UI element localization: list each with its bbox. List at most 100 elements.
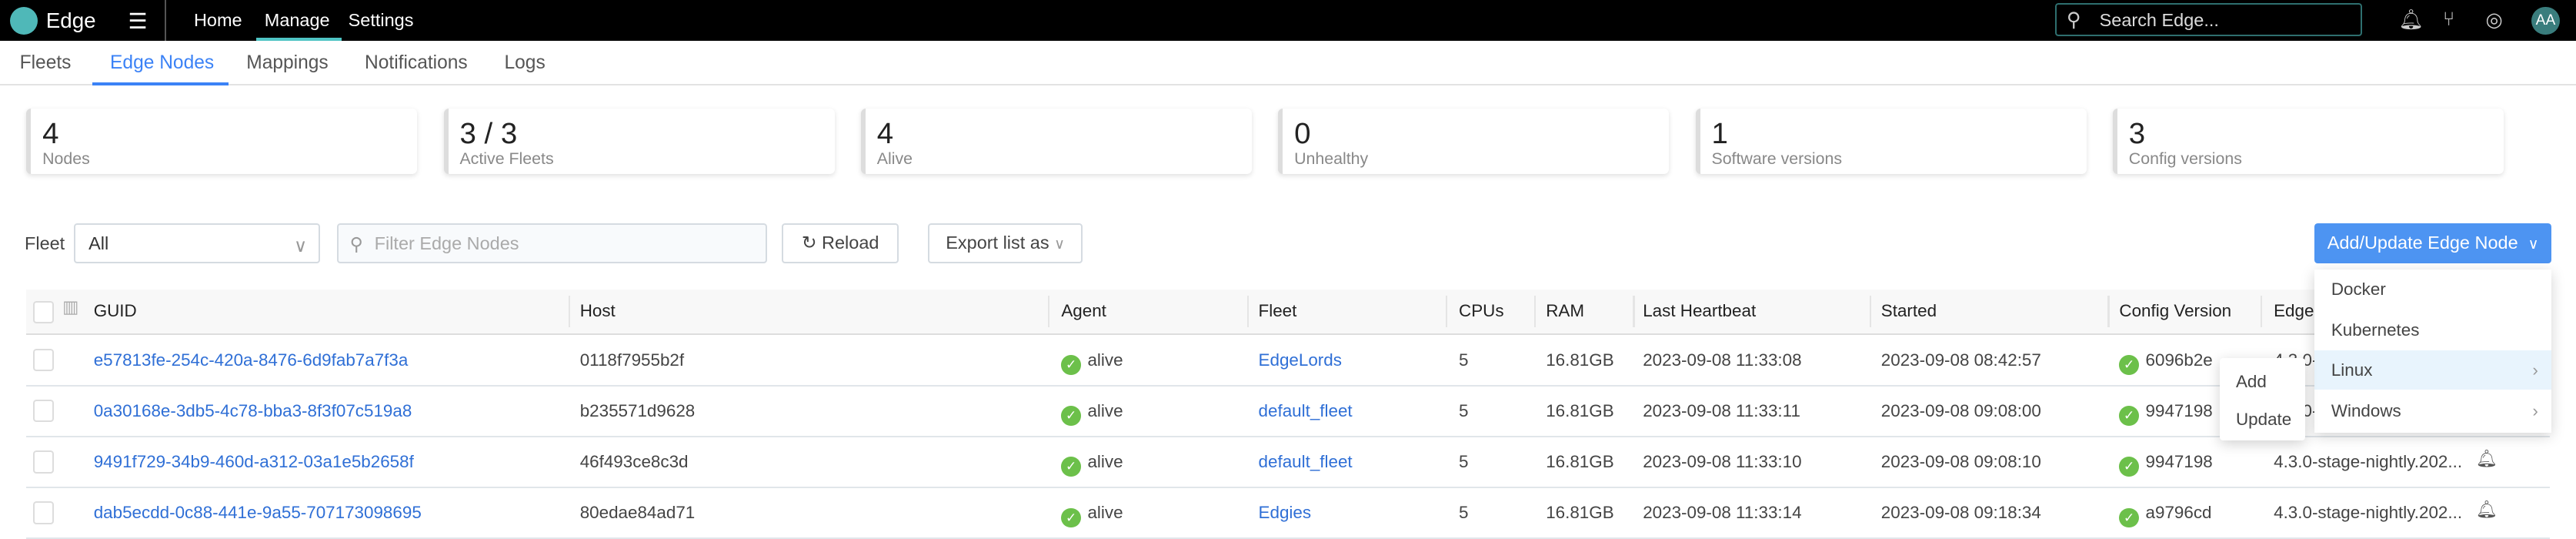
stat-alive: 4 Alive — [860, 108, 1253, 175]
cell-cpus: 5 — [1459, 400, 1469, 420]
cell-fleet[interactable]: default_fleet — [1259, 452, 1353, 472]
bell-icon[interactable]: 🔔︎ — [2398, 8, 2424, 32]
cell-host: 0118f7955b2f — [579, 350, 685, 370]
col-edge[interactable]: Edge — [2274, 301, 2314, 321]
stat-active-fleets: 3 / 3 Active Fleets — [443, 108, 835, 175]
cell-cpus: 5 — [1459, 503, 1469, 523]
col-started[interactable]: Started — [1881, 301, 1937, 321]
cell-started: 2023-09-08 09:18:34 — [1880, 503, 2041, 523]
bell-icon[interactable]: 🔔︎ — [2476, 449, 2498, 469]
cell-fleet[interactable]: Edgies — [1259, 503, 1312, 523]
cell-guid[interactable]: e57813fe-254c-420a-8476-6d9fab7a7f3a — [94, 350, 409, 370]
table-row: dab5ecdd-0c88-441e-9a55-707173098695 80ed… — [26, 487, 2550, 539]
col-agent[interactable]: Agent — [1061, 301, 1106, 321]
table-row: 0a30168e-3db5-4c78-bba3-8f3f07c519a8 b235… — [26, 385, 2550, 437]
search-icon: ⚲ — [2066, 8, 2081, 31]
fleet-select[interactable]: All ∨ — [74, 223, 321, 263]
avatar[interactable]: AA — [2531, 6, 2560, 35]
add-update-edge-node-button[interactable]: Add/Update Edge Node ∨ — [2314, 223, 2551, 263]
add-update-dropdown-menu: Docker Kubernetes Linux › Windows › — [2314, 270, 2551, 433]
cell-started: 2023-09-08 08:42:57 — [1880, 350, 2041, 370]
col-cpus[interactable]: CPUs — [1459, 301, 1504, 321]
menu-icon[interactable]: ☰ — [128, 8, 148, 34]
row-checkbox[interactable] — [32, 399, 55, 423]
col-guid[interactable]: GUID — [94, 301, 137, 321]
nav-settings[interactable]: Settings — [349, 10, 414, 31]
menu-item-kubernetes[interactable]: Kubernetes — [2314, 311, 2551, 350]
tab-fleets[interactable]: Fleets — [20, 52, 72, 74]
top-bar: Edge ☰ Home Manage Settings ⚲ Search Edg… — [0, 0, 2576, 42]
tab-mappings[interactable]: Mappings — [246, 52, 328, 74]
filter-input[interactable]: ⚲ Filter Edge Nodes — [336, 223, 768, 263]
check-circle-icon: ✓ — [1061, 457, 1081, 477]
tab-notifications[interactable]: Notifications — [365, 52, 468, 74]
cell-fleet[interactable]: default_fleet — [1259, 401, 1353, 421]
tab-logs[interactable]: Logs — [505, 52, 546, 74]
cell-host: b235571d9628 — [579, 400, 696, 420]
cell-agent: ✓ alive — [1061, 452, 1123, 477]
cell-host: 80edae84ad71 — [579, 503, 696, 523]
chevron-down-icon: ∨ — [2528, 236, 2539, 253]
check-circle-icon: ✓ — [2119, 457, 2139, 477]
col-fleet[interactable]: Fleet — [1259, 301, 1297, 321]
cell-ram: 16.81GB — [1546, 452, 1614, 472]
check-circle-icon: ✓ — [1061, 406, 1081, 426]
check-circle-icon: ✓ — [1061, 507, 1081, 528]
nav-manage[interactable]: Manage — [265, 10, 330, 31]
chevron-down-icon: ∨ — [294, 236, 308, 256]
cell-agent: ✓ alive — [1061, 401, 1123, 426]
cell-config: ✓ 9947198 — [2119, 452, 2213, 477]
nav-home[interactable]: Home — [194, 10, 242, 31]
reload-button[interactable]: ↻ Reload — [782, 223, 899, 263]
tab-edge-nodes[interactable]: Edge Nodes — [110, 52, 214, 74]
stat-unhealthy: 0 Unhealthy — [1278, 108, 1670, 175]
select-all-checkbox[interactable] — [32, 300, 55, 324]
col-config-version[interactable]: Config Version — [2119, 301, 2231, 321]
columns-icon[interactable]: ▥ — [62, 297, 78, 317]
col-host[interactable]: Host — [580, 301, 616, 321]
linux-submenu: Add Update — [2219, 358, 2305, 441]
col-last-heartbeat[interactable]: Last Heartbeat — [1643, 301, 1756, 321]
submenu-item-update[interactable]: Update — [2220, 400, 2305, 439]
divider — [164, 0, 166, 42]
check-circle-icon: ✓ — [1061, 355, 1081, 375]
cell-guid[interactable]: 0a30168e-3db5-4c78-bba3-8f3f07c519a8 — [94, 401, 412, 421]
row-checkbox[interactable] — [32, 501, 55, 524]
menu-item-linux[interactable]: Linux › — [2314, 350, 2551, 390]
cell-agent: ✓ alive — [1061, 503, 1123, 528]
fleet-label: Fleet — [25, 233, 65, 254]
export-button[interactable]: Export list as ∨ — [928, 223, 1083, 263]
check-circle-icon: ✓ — [2119, 406, 2139, 426]
check-circle-icon: ✓ — [2119, 355, 2139, 375]
submenu-item-add[interactable]: Add — [2220, 362, 2305, 401]
cell-cpus: 5 — [1459, 452, 1469, 472]
col-ram[interactable]: RAM — [1546, 301, 1584, 321]
tab-divider — [0, 83, 2576, 86]
help-lifebuoy-icon[interactable]: ◎ — [2486, 8, 2503, 32]
search-icon: ⚲ — [349, 234, 363, 255]
cell-edge: 4.3.0-stage-nightly.202... — [2274, 503, 2463, 523]
row-checkbox[interactable] — [32, 348, 55, 372]
cell-guid[interactable]: 9491f729-34b9-460d-a312-03a1e5b2658f — [94, 452, 414, 472]
cell-agent: ✓ alive — [1061, 350, 1123, 375]
cell-fleet[interactable]: EdgeLords — [1259, 350, 1342, 370]
cell-ram: 16.81GB — [1546, 400, 1614, 420]
cell-heartbeat: 2023-09-08 11:33:11 — [1643, 400, 1800, 420]
cell-guid[interactable]: dab5ecdd-0c88-441e-9a55-707173098695 — [94, 503, 422, 523]
search-input[interactable]: ⚲ Search Edge... — [2055, 3, 2363, 36]
cell-host: 46f493ce8c3d — [579, 452, 689, 472]
branch-icon[interactable]: ⑂ — [2443, 8, 2454, 31]
nav-active-indicator — [256, 38, 342, 42]
cell-config: ✓ 9947198 — [2119, 401, 2213, 426]
cell-cpus: 5 — [1459, 350, 1469, 370]
menu-item-docker[interactable]: Docker — [2314, 270, 2551, 309]
cell-edge: 4.3.0-stage-nightly.202... — [2274, 452, 2463, 472]
menu-item-windows[interactable]: Windows › — [2314, 391, 2551, 430]
cell-heartbeat: 2023-09-08 11:33:10 — [1643, 452, 1802, 472]
chevron-right-icon: › — [2532, 360, 2538, 380]
bell-icon[interactable]: 🔔︎ — [2476, 500, 2498, 520]
cell-heartbeat: 2023-09-08 11:33:08 — [1643, 350, 1802, 370]
cell-started: 2023-09-08 09:08:00 — [1880, 400, 2041, 420]
row-checkbox[interactable] — [32, 450, 55, 474]
brand-name: Edge — [45, 8, 96, 32]
